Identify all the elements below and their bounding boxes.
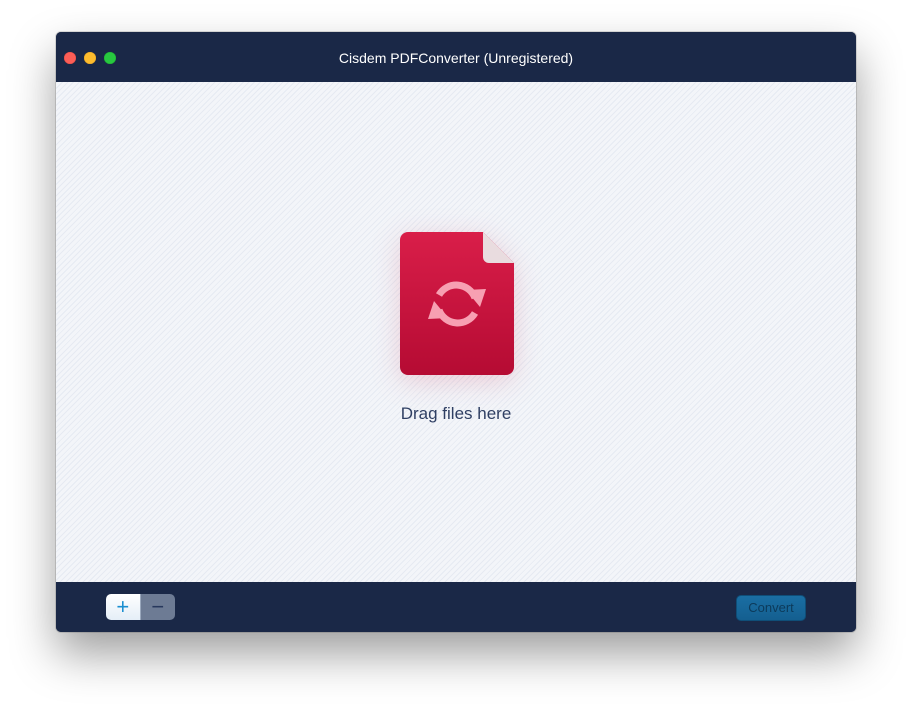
app-window: Cisdem PDFConverter (Unregistered) Drag … (56, 32, 856, 632)
dropzone[interactable]: Drag files here (356, 232, 556, 432)
remove-file-button[interactable]: − (140, 594, 175, 620)
bottom-toolbar: + − Convert (56, 582, 856, 632)
drag-files-label: Drag files here (400, 404, 512, 423)
pdf-convert-file-icon (400, 232, 514, 375)
convert-button[interactable]: Convert (736, 595, 806, 621)
add-file-button[interactable]: + (106, 594, 141, 620)
drop-area[interactable]: Drag files here (56, 82, 856, 582)
add-remove-segmented-control: + − (106, 594, 175, 620)
window-title: Cisdem PDFConverter (Unregistered) (338, 50, 574, 66)
title-bar[interactable]: Cisdem PDFConverter (Unregistered) (56, 32, 856, 82)
